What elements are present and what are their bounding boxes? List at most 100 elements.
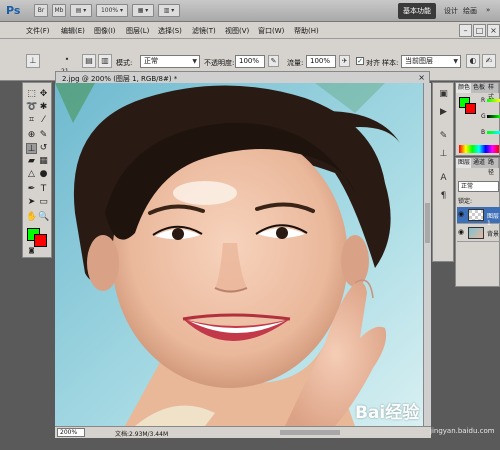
- channel-g-slider[interactable]: [487, 115, 500, 118]
- sample-select[interactable]: 当前图层 ▼: [401, 55, 461, 68]
- channel-r-label: R: [481, 97, 486, 104]
- opacity-pressure-icon[interactable]: ✎: [268, 55, 279, 67]
- airbrush-icon[interactable]: ✈: [339, 55, 350, 67]
- gradient-tool-icon[interactable]: ▦: [38, 156, 49, 167]
- menu-bar: 文件(F) 编辑(E) 图像(I) 图层(L) 选择(S) 滤镜(T) 视图(V…: [0, 22, 500, 39]
- brush-preset-picker[interactable]: •: [58, 54, 76, 68]
- tab-styles[interactable]: 样式: [486, 83, 499, 101]
- bridge-button[interactable]: Br: [34, 4, 48, 17]
- status-bar: 200% 文档:2.93M/3.44M: [55, 426, 431, 438]
- type-tool-icon[interactable]: T: [38, 184, 49, 195]
- eyedropper-tool-icon[interactable]: ⁄: [38, 115, 49, 126]
- document-tab[interactable]: 2.jpg @ 200% (图层 1, RGB/8#) * ×: [55, 71, 430, 83]
- brush-tool-icon[interactable]: ✎: [38, 130, 49, 141]
- panel-background-swatch[interactable]: [465, 103, 476, 114]
- channel-r-slider[interactable]: [487, 99, 500, 102]
- marquee-tool-icon[interactable]: ⬚: [26, 89, 37, 100]
- opacity-input[interactable]: 100%: [235, 55, 265, 68]
- layer-row[interactable]: ◉ 图层 1: [457, 207, 500, 227]
- title-bar: Ps Br Mb ▤ ▾ 100% ▾ ▦ ▾ ▥ ▾ 基本功能 设计 绘画 »: [0, 0, 500, 22]
- view-extras-dropdown[interactable]: ▤ ▾: [70, 4, 92, 17]
- close-button[interactable]: ×: [487, 24, 500, 37]
- vertical-scroll-thumb[interactable]: [425, 203, 430, 243]
- channel-b-slider[interactable]: [487, 131, 500, 134]
- lock-label: 锁定:: [458, 198, 473, 205]
- tab-paths[interactable]: 路径: [486, 158, 499, 176]
- clone-source-panel-icon[interactable]: ⊥: [438, 149, 449, 160]
- eye-icon[interactable]: ◉: [458, 229, 465, 236]
- history-panel-icon[interactable]: ▣: [438, 89, 449, 100]
- menu-select[interactable]: 选择(S): [158, 26, 182, 36]
- horizontal-scroll-thumb[interactable]: [280, 430, 340, 435]
- flow-input[interactable]: 100%: [306, 55, 336, 68]
- close-document-icon[interactable]: ×: [418, 73, 425, 82]
- zoom-tool-icon[interactable]: 🔍: [38, 212, 49, 223]
- actions-panel-icon[interactable]: ▶: [438, 107, 449, 118]
- clone-source-icon[interactable]: ▥: [98, 54, 112, 68]
- brush-presets-icon[interactable]: ✎: [438, 131, 449, 142]
- aligned-checkbox[interactable]: ✓: [356, 57, 364, 65]
- clone-stamp-tool-icon[interactable]: ⊥: [26, 143, 37, 154]
- channel-g-label: G: [481, 113, 486, 120]
- image-canvas[interactable]: [55, 83, 423, 426]
- zoom-level-dropdown[interactable]: 100% ▾: [96, 4, 128, 17]
- menu-window[interactable]: 窗口(W): [258, 26, 284, 36]
- color-panel: 颜色 色板 样式 R G B: [455, 82, 500, 156]
- lasso-tool-icon[interactable]: ➰: [26, 102, 37, 113]
- workspace-design-link[interactable]: 设计: [444, 6, 458, 16]
- move-tool-icon[interactable]: ✥: [38, 89, 49, 100]
- opacity-label: 不透明度:: [204, 59, 235, 67]
- menu-filter[interactable]: 滤镜(T): [192, 26, 216, 36]
- screen-mode-dropdown[interactable]: ▥ ▾: [158, 4, 180, 17]
- clone-stamp-preset-icon[interactable]: ⊥: [26, 54, 40, 68]
- menu-help[interactable]: 帮助(H): [294, 26, 319, 36]
- baidu-jingyan-watermark: Bai经验: [355, 403, 420, 423]
- healing-brush-tool-icon[interactable]: ⊕: [26, 130, 37, 141]
- zoom-field[interactable]: 200%: [57, 428, 85, 437]
- arrange-documents-dropdown[interactable]: ▦ ▾: [132, 4, 154, 17]
- brush-panel-icon[interactable]: ▤: [82, 54, 96, 68]
- quick-mask-icon[interactable]: ◙: [26, 245, 37, 256]
- tools-panel: ⬚ ✥ ➰ ✱ ⌗ ⁄ ⊕ ✎ ⊥ ↺ ▰ ▦ △ ● ✒ T ➤ ▭ ✋ 🔍 …: [22, 82, 52, 258]
- workspace-essentials-button[interactable]: 基本功能: [398, 3, 436, 19]
- tablet-pressure-icon[interactable]: ✍: [482, 54, 496, 68]
- blend-mode-select[interactable]: 正常: [458, 181, 499, 192]
- maximize-button[interactable]: □: [473, 24, 486, 37]
- menu-image[interactable]: 图像(I): [94, 26, 116, 36]
- menu-layer[interactable]: 图层(L): [126, 26, 149, 36]
- hand-tool-icon[interactable]: ✋: [26, 212, 37, 223]
- watermark-url: jingyan.baidu.com: [430, 427, 495, 435]
- document-info[interactable]: 文档:2.93M/3.44M: [115, 429, 168, 438]
- pen-tool-icon[interactable]: ✒: [26, 184, 37, 195]
- layers-panel: 图层 通道 路径 正常 锁定: ◉ 图层 1 ◉ 背景: [455, 157, 500, 287]
- photoshop-logo: Ps: [6, 4, 21, 17]
- workspace-painting-link[interactable]: 绘画: [463, 6, 477, 16]
- quick-selection-tool-icon[interactable]: ✱: [38, 102, 49, 113]
- menu-view[interactable]: 视图(V): [225, 26, 249, 36]
- color-spectrum-bar[interactable]: [459, 145, 499, 153]
- minimize-button[interactable]: –: [459, 24, 472, 37]
- history-brush-tool-icon[interactable]: ↺: [38, 143, 49, 154]
- aligned-label: 对齐: [366, 59, 380, 67]
- eraser-tool-icon[interactable]: ▰: [26, 156, 37, 167]
- crop-tool-icon[interactable]: ⌗: [26, 115, 37, 126]
- mini-bridge-button[interactable]: Mb: [52, 4, 66, 17]
- workspace-more-link[interactable]: »: [486, 6, 490, 14]
- eye-icon[interactable]: ◉: [458, 211, 465, 218]
- sample-label: 样本:: [382, 59, 399, 67]
- mode-label: 模式:: [116, 59, 133, 67]
- blur-tool-icon[interactable]: △: [26, 169, 37, 180]
- character-panel-icon[interactable]: A: [438, 173, 449, 184]
- channel-b-label: B: [481, 129, 486, 136]
- menu-file[interactable]: 文件(F): [26, 26, 50, 36]
- vertical-scrollbar[interactable]: [423, 83, 431, 426]
- paragraph-panel-icon[interactable]: ¶: [438, 191, 449, 202]
- dodge-tool-icon[interactable]: ●: [38, 169, 49, 180]
- mode-select[interactable]: 正常 ▼: [140, 55, 200, 68]
- shape-tool-icon[interactable]: ▭: [38, 197, 49, 208]
- layer-row[interactable]: ◉ 背景: [457, 225, 500, 242]
- layer-name: 背景: [487, 231, 500, 238]
- menu-edit[interactable]: 编辑(E): [61, 26, 85, 36]
- ignore-adjustment-layers-icon[interactable]: ◐: [466, 54, 480, 68]
- path-selection-tool-icon[interactable]: ➤: [26, 197, 37, 208]
